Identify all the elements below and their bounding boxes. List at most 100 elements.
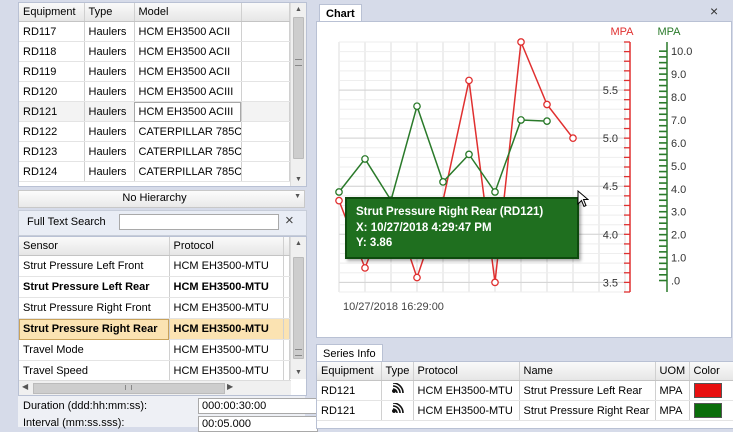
series-equipment[interactable]: RD121 [317,400,382,421]
table-cell[interactable]: Haulers [84,61,135,82]
table-cell[interactable]: RD122 [19,121,85,142]
table-row[interactable]: RD122 Haulers CATERPILLAR 785C [19,121,290,142]
table-cell-filler [283,276,290,298]
table-cell[interactable]: RD117 [19,21,85,42]
sensor-protocol[interactable]: HCM EH3500-MTU [169,339,284,361]
sensor-row[interactable]: Strut Pressure Left Rear HCM EH3500-MTU [19,276,290,298]
sensor-protocol[interactable]: HCM EH3500-MTU [169,255,284,277]
series-uom[interactable]: MPA [655,380,690,401]
table-cell[interactable]: HCM EH3500 ACIII [134,101,242,122]
table-cell[interactable]: RD123 [19,141,85,162]
table-cell[interactable]: Haulers [84,141,135,162]
table-cell[interactable]: Haulers [84,161,135,182]
sensor-name[interactable]: Strut Pressure Right Front [19,297,170,319]
sensor-protocol[interactable]: HCM EH3500-MTU [169,297,284,319]
table-cell[interactable]: RD120 [19,81,85,102]
table-cell[interactable]: RD121 [19,101,85,122]
search-input[interactable] [119,214,279,230]
left-axis-tick-label: 4.5 [603,181,618,193]
sensor-row[interactable]: Travel Mode HCM EH3500-MTU [19,339,290,361]
col-equipment[interactable]: Equipment [19,3,85,22]
series-equipment[interactable]: RD121 [317,380,382,401]
table-row[interactable]: RD118 Haulers HCM EH3500 ACII [19,41,290,62]
right-axis-tick-label: 1.0 [671,253,686,265]
duration-label: Duration (ddd:hh:mm:ss): [23,400,148,412]
scroll-right-icon[interactable]: ▶ [227,382,233,391]
scroll-up-icon[interactable]: ▲ [291,3,306,16]
table-row[interactable]: RD123 Haulers CATERPILLAR 785C [19,141,290,162]
col-si-type[interactable]: Type [381,362,414,381]
sensor-row[interactable]: Strut Pressure Right Front HCM EH3500-MTU [19,297,290,319]
sensor-row[interactable]: Strut Pressure Right Rear HCM EH3500-MTU [19,318,290,340]
series-uom[interactable]: MPA [655,400,690,421]
series-color[interactable] [689,400,733,421]
table-cell[interactable]: Haulers [84,21,135,42]
sensor-protocol[interactable]: HCM EH3500-MTU [169,276,284,298]
table-cell[interactable]: RD118 [19,41,85,62]
table-row[interactable]: RD119 Haulers HCM EH3500 ACII [19,61,290,82]
chart-plot[interactable]: 3.5 4.0 4.5 5.0 5.5 MPA .0 1.0 2.0 3.0 4.0 5.0 6.0 7.… [317,22,731,337]
table-row[interactable]: RD120 Haulers HCM EH3500 ACIII [19,81,290,102]
series-protocol[interactable]: HCM EH3500-MTU [413,380,520,401]
table-cell[interactable]: CATERPILLAR 785C [134,161,242,182]
table-cell[interactable]: CATERPILLAR 785C [134,141,242,162]
color-swatch[interactable] [693,383,722,398]
table-row[interactable]: RD124 Haulers CATERPILLAR 785C [19,161,290,182]
sensor-protocol[interactable]: HCM EH3500-MTU [169,318,284,340]
close-icon[interactable]: × [710,3,718,19]
scroll-down-icon[interactable]: ▼ [291,173,306,186]
table-row[interactable]: RD121 Haulers HCM EH3500 ACIII [19,101,290,122]
col-si-name[interactable]: Name [519,362,656,381]
series-protocol[interactable]: HCM EH3500-MTU [413,400,520,421]
interval-field[interactable]: 00:05.000 [198,416,318,432]
table-cell[interactable]: Haulers [84,121,135,142]
clear-search-icon[interactable]: × [285,212,294,229]
col-protocol[interactable]: Protocol [169,237,284,256]
sensor-name[interactable]: Travel Mode [19,339,170,361]
scroll-up-icon[interactable]: ▲ [291,237,306,250]
table-cell[interactable]: HCM EH3500 ACII [134,61,242,82]
table-cell[interactable]: HCM EH3500 ACII [134,41,242,62]
series-name[interactable]: Strut Pressure Right Rear [519,400,656,421]
table-cell[interactable]: RD119 [19,61,85,82]
table-cell[interactable]: Haulers [84,101,135,122]
table-row[interactable]: RD117 Haulers HCM EH3500 ACII [19,21,290,42]
col-model[interactable]: Model [134,3,242,22]
sensor-name[interactable]: Strut Pressure Left Rear [19,276,170,298]
col-si-equipment[interactable]: Equipment [317,362,382,381]
col-type[interactable]: Type [84,3,135,22]
table-cell[interactable]: CATERPILLAR 785C [134,121,242,142]
series-name[interactable]: Strut Pressure Left Rear [519,380,656,401]
table-cell[interactable]: RD124 [19,161,85,182]
table-cell[interactable]: HCM EH3500 ACIII [134,81,242,102]
sensor-protocol[interactable]: HCM EH3500-MTU [169,360,284,382]
series-type[interactable] [381,400,414,421]
table-cell[interactable]: HCM EH3500 ACII [134,21,242,42]
sensor-name[interactable]: Travel Speed [19,360,170,382]
col-si-protocol[interactable]: Protocol [413,362,520,381]
col-si-color[interactable]: Color [689,362,733,381]
hierarchy-dropdown[interactable]: No Hierarchy ▼ [18,190,305,208]
col-sensor[interactable]: Sensor [19,237,170,256]
sensor-name[interactable]: Strut Pressure Right Rear [19,318,170,340]
right-axis-unit: MPA [657,26,681,38]
scroll-down-icon[interactable]: ▼ [291,366,306,379]
scroll-thumb[interactable] [293,257,304,359]
series-color[interactable] [689,380,733,401]
scroll-left-icon[interactable]: ◀ [22,382,28,391]
sensor-row[interactable]: Strut Pressure Left Front HCM EH3500-MTU [19,255,290,277]
scroll-thumb[interactable] [293,17,304,159]
sensor-row[interactable]: Travel Speed HCM EH3500-MTU [19,360,290,382]
sensor-hscrollbar[interactable]: ◀ ▶ [19,380,291,395]
sensor-scrollbar[interactable]: ▲ ▼ [290,237,306,379]
series-type[interactable] [381,380,414,401]
series-row[interactable]: RD121 HCM EH3500-MTU Strut Pressure Left R… [317,380,733,401]
col-si-uom[interactable]: UOM [655,362,690,381]
duration-field[interactable]: 000:00:30:00 [198,398,318,414]
equipment-scrollbar[interactable]: ▲ ▼ [290,3,306,186]
sensor-name[interactable]: Strut Pressure Left Front [19,255,170,277]
table-cell[interactable]: Haulers [84,81,135,102]
color-swatch[interactable] [693,403,722,418]
table-cell[interactable]: Haulers [84,41,135,62]
series-row[interactable]: RD121 HCM EH3500-MTU Strut Pressure Right … [317,400,733,421]
